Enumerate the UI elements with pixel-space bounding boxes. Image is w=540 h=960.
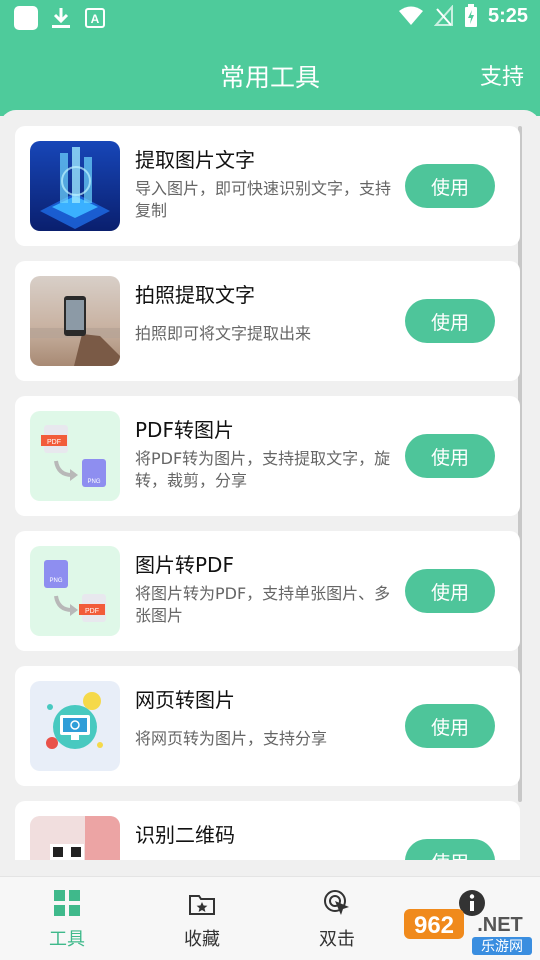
tool-card-photo-extract-text[interactable]: 拍照提取文字 拍照即可将文字提取出来 使用 — [15, 261, 520, 381]
svg-text:PNG: PNG — [87, 479, 100, 485]
webpage-icon — [30, 681, 120, 771]
use-button[interactable]: 使用 — [405, 164, 495, 208]
support-button[interactable]: 支持 — [480, 59, 524, 91]
png-to-pdf-icon: PNG PDF — [30, 546, 120, 636]
page-title: 常用工具 — [219, 63, 320, 92]
double-tap-icon — [324, 890, 349, 915]
tool-description: 导入图片，即可快速识别文字，支持复制 — [135, 179, 392, 220]
tool-title: PDF转图片 — [135, 418, 234, 442]
folder-star-icon — [189, 895, 215, 915]
use-button[interactable]: 使用 — [405, 299, 495, 343]
ai-chip-image — [30, 141, 120, 231]
tool-title: 图片转PDF — [135, 553, 234, 577]
qr-code-icon — [30, 816, 120, 860]
tool-card-scan-qr-code[interactable]: 识别二维码 使用 — [15, 801, 520, 860]
use-button[interactable]: 使用 — [405, 839, 495, 860]
clock: 5:25 — [487, 4, 528, 27]
svg-text:PDF: PDF — [47, 439, 61, 446]
wifi-icon — [398, 6, 423, 25]
svg-text:乐游网: 乐游网 — [481, 939, 523, 955]
tool-card-webpage-to-image[interactable]: 网页转图片 将网页转为图片，支持分享 使用 — [15, 666, 520, 786]
use-button[interactable]: 使用 — [405, 569, 495, 613]
download-icon — [52, 8, 70, 28]
grid-icon — [54, 890, 80, 916]
app-header: 常用工具 支持 — [0, 36, 540, 116]
tool-description: 拍照即可将文字提取出来 — [135, 324, 312, 343]
tool-description: 将PDF转为图片，支持提取文字，旋转，裁剪，分享 — [135, 449, 391, 490]
tool-title: 网页转图片 — [135, 688, 235, 712]
notification-app-icon — [14, 6, 38, 30]
no-signal-icon — [433, 5, 453, 26]
nav-label: 双击 — [319, 929, 355, 950]
nav-tools[interactable]: 工具 — [17, 887, 117, 951]
svg-text:.NET: .NET — [477, 914, 523, 936]
use-button[interactable]: 使用 — [405, 704, 495, 748]
nav-double-tap[interactable]: 双击 — [287, 887, 387, 951]
tool-card-pdf-to-image[interactable]: PDF PNG PDF转图片 将PDF转为图片，支持提取文字，旋转，裁剪，分享 … — [15, 396, 520, 516]
tool-card-image-to-pdf[interactable]: PNG PDF 图片转PDF 将图片转为PDF，支持单张图片、多张图片 使用 — [15, 531, 520, 651]
status-bar: A 5:25 — [0, 0, 540, 36]
tool-description: 将图片转为PDF，支持单张图片、多张图片 — [135, 584, 391, 625]
nav-label: 工具 — [49, 929, 85, 950]
pdf-to-png-icon: PDF PNG — [30, 411, 120, 501]
tool-list[interactable]: 提取图片文字 导入图片，即可快速识别文字，支持复制 使用 拍照提取文字 拍照即可… — [0, 110, 540, 860]
svg-text:PDF: PDF — [85, 608, 99, 615]
phone-camera-photo — [30, 276, 120, 366]
nav-favorites[interactable]: 收藏 — [152, 887, 252, 951]
tool-title: 识别二维码 — [135, 823, 235, 847]
tool-description: 将网页转为图片，支持分享 — [135, 729, 328, 748]
tool-card-extract-image-text[interactable]: 提取图片文字 导入图片，即可快速识别文字，支持复制 使用 — [15, 126, 520, 246]
battery-charging-icon — [464, 4, 477, 27]
svg-text:A: A — [91, 12, 100, 26]
keyboard-icon: A — [85, 8, 105, 28]
nav-label: 收藏 — [184, 929, 220, 950]
svg-text:962: 962 — [414, 912, 454, 939]
use-button[interactable]: 使用 — [405, 434, 495, 478]
tool-title: 提取图片文字 — [135, 148, 255, 172]
tool-title: 拍照提取文字 — [135, 283, 255, 307]
site-watermark-logo: 962 .NET 乐游网 — [404, 909, 532, 955]
svg-text:PNG: PNG — [49, 578, 62, 584]
